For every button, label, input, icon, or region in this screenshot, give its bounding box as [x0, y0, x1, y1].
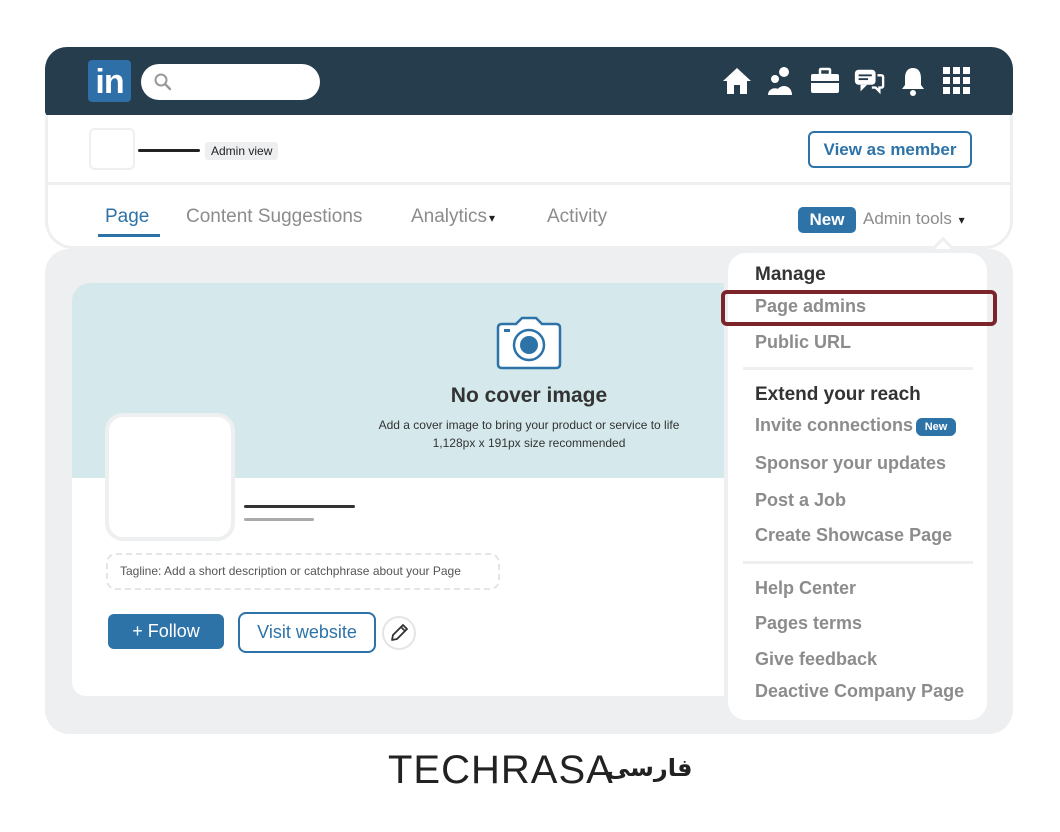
no-cover-title: No cover image: [450, 384, 608, 407]
page-name-placeholder-line: [244, 505, 355, 508]
cover-hint: Add a cover image to bring your product …: [378, 418, 680, 432]
cover-size-note: 1,128px x 191px size recommended: [432, 436, 626, 450]
menu-item-pages-terms[interactable]: Pages terms: [755, 613, 862, 634]
caret-down-icon: ▾: [489, 211, 496, 225]
techrasa-farsi-logo: فارسی: [606, 754, 693, 782]
menu-item-invite-connections[interactable]: Invite connections: [755, 415, 913, 436]
page-header: Admin view View as member Page Content S…: [45, 115, 1013, 249]
search-input[interactable]: [141, 64, 320, 100]
highlight-box: [721, 290, 997, 326]
nav-icons: [721, 63, 973, 99]
page-name-placeholder: [138, 149, 200, 152]
grid-icon[interactable]: [941, 63, 973, 99]
edit-button[interactable]: [382, 616, 416, 650]
view-as-member-button[interactable]: View as member: [808, 131, 972, 168]
tab-activity[interactable]: Activity: [547, 206, 607, 228]
home-icon[interactable]: [721, 63, 753, 99]
camera-icon[interactable]: [496, 316, 562, 370]
messaging-icon[interactable]: [853, 63, 885, 99]
dropdown-heading-extend: Extend your reach: [755, 384, 921, 405]
pencil-icon: [391, 624, 408, 641]
menu-item-create-showcase[interactable]: Create Showcase Page: [755, 525, 952, 546]
new-tag: New: [916, 418, 956, 436]
dropdown-heading-manage: Manage: [755, 264, 826, 285]
linkedin-logo[interactable]: in: [88, 60, 131, 102]
menu-item-public-url[interactable]: Public URL: [755, 332, 851, 353]
tab-content-suggestions[interactable]: Content Suggestions: [186, 206, 362, 228]
visit-website-button[interactable]: Visit website: [238, 612, 376, 653]
menu-item-post-job[interactable]: Post a Job: [755, 490, 846, 511]
follow-button[interactable]: + Follow: [108, 614, 224, 649]
page-avatar[interactable]: [89, 128, 135, 170]
tab-analytics-label: Analytics: [411, 206, 488, 227]
no-cover-subtitle: Add a cover image to bring your product …: [330, 416, 728, 452]
menu-item-deactivate-page[interactable]: Deactive Company Page: [755, 681, 964, 702]
header-divider: [48, 182, 1010, 185]
people-icon[interactable]: [765, 63, 797, 99]
briefcase-icon[interactable]: [809, 63, 841, 99]
dropdown-divider: [743, 367, 973, 370]
search-icon: [154, 73, 172, 91]
dropdown-divider: [743, 561, 973, 564]
menu-item-give-feedback[interactable]: Give feedback: [755, 649, 877, 670]
page-logo[interactable]: [105, 413, 235, 541]
caret-down-icon: ▾: [958, 213, 965, 227]
techrasa-logo: TECHRASA: [388, 748, 614, 792]
top-navigation-bar: in: [45, 47, 1013, 117]
tab-active-underline: [98, 234, 160, 237]
menu-item-sponsor-updates[interactable]: Sponsor your updates: [755, 453, 946, 474]
tagline-field[interactable]: Tagline: Add a short description or catc…: [106, 553, 500, 590]
admin-tools-label: Admin tools: [863, 209, 952, 228]
admin-tools-menu[interactable]: Admin tools ▾: [863, 209, 965, 229]
new-badge: New: [798, 207, 856, 233]
menu-item-help-center[interactable]: Help Center: [755, 578, 856, 599]
admin-view-badge: Admin view: [205, 142, 279, 160]
tab-analytics[interactable]: Analytics ▾: [411, 206, 495, 228]
tab-page[interactable]: Page: [105, 206, 149, 228]
bell-icon[interactable]: [897, 63, 929, 99]
page-industry-placeholder-line: [244, 518, 314, 521]
